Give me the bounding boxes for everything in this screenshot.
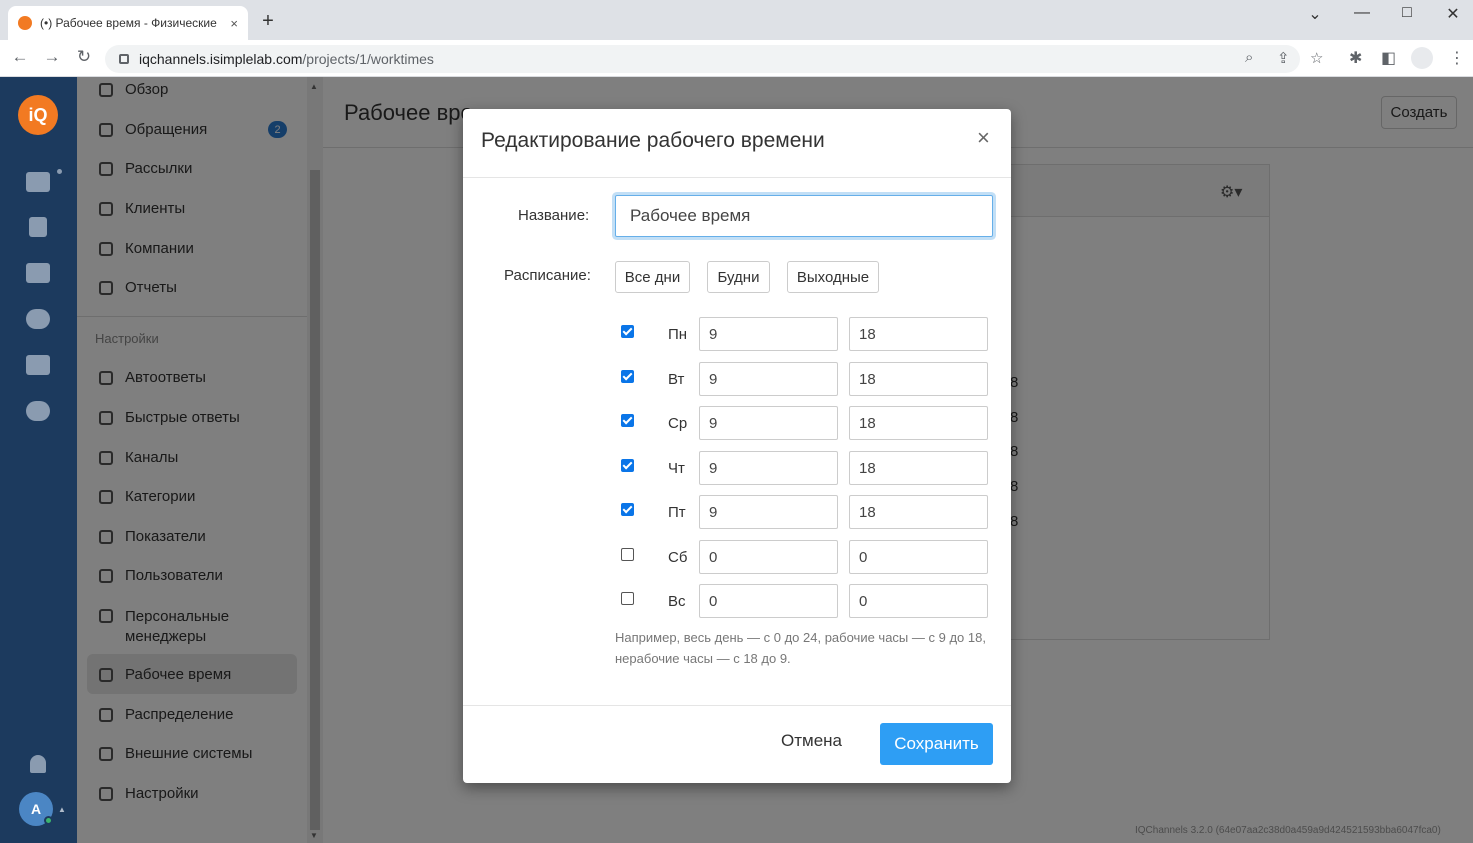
- to-hour-input[interactable]: 18: [849, 495, 988, 529]
- notification-dot: [57, 169, 62, 174]
- favicon-icon: [18, 16, 32, 30]
- day-checkbox[interactable]: [621, 503, 634, 516]
- day-checkbox[interactable]: [621, 459, 634, 472]
- to-hour-input[interactable]: 0: [849, 584, 988, 618]
- day-label: Вс: [668, 593, 686, 610]
- forward-button[interactable]: →: [42, 47, 62, 67]
- app-rail: iQ A ▲: [0, 77, 77, 843]
- day-row-fri: Пт 9 18: [615, 495, 995, 529]
- close-icon[interactable]: ×: [977, 127, 990, 149]
- from-hour-input[interactable]: 9: [699, 317, 838, 351]
- day-checkbox[interactable]: [621, 325, 634, 338]
- close-window-button[interactable]: ✕: [1443, 4, 1463, 24]
- from-hour-input[interactable]: 9: [699, 451, 838, 485]
- tab-title: (•) Рабочее время - Физические: [40, 16, 217, 30]
- modal-title: Редактирование рабочего времени: [481, 129, 825, 152]
- tab-search-icon[interactable]: ⌄: [1305, 4, 1325, 24]
- day-checkbox[interactable]: [621, 414, 634, 427]
- analytics-icon[interactable]: [26, 355, 50, 375]
- browser-tab-bar: (•) Рабочее время - Физические × + ⌄ — □…: [0, 0, 1473, 40]
- weekends-button[interactable]: Выходные: [787, 261, 879, 293]
- zoom-icon[interactable]: ⌕: [1245, 49, 1253, 66]
- avatar-caret-icon[interactable]: ▲: [58, 805, 66, 814]
- team-icon[interactable]: [26, 309, 50, 329]
- url-input[interactable]: iqchannels.isimplelab.com/projects/1/wor…: [105, 45, 1300, 73]
- day-row-sun: Вс 0 0: [615, 584, 995, 618]
- from-hour-input[interactable]: 9: [699, 406, 838, 440]
- to-hour-input[interactable]: 18: [849, 317, 988, 351]
- extensions-icon[interactable]: ✱: [1349, 48, 1362, 68]
- save-button[interactable]: Сохранить: [880, 723, 993, 765]
- online-status-dot: [44, 816, 53, 825]
- to-hour-input[interactable]: 0: [849, 540, 988, 574]
- name-label: Название:: [518, 207, 590, 224]
- modal-footer-divider: [463, 705, 1011, 706]
- url-path: /projects/1/worktimes: [302, 51, 434, 67]
- from-hour-input[interactable]: 0: [699, 540, 838, 574]
- lock-icon[interactable]: [119, 54, 129, 64]
- contacts-icon[interactable]: [29, 217, 47, 237]
- day-checkbox[interactable]: [621, 370, 634, 383]
- minimize-button[interactable]: —: [1352, 4, 1372, 22]
- day-row-thu: Чт 9 18: [615, 451, 995, 485]
- to-hour-input[interactable]: 18: [849, 451, 988, 485]
- back-button[interactable]: ←: [10, 47, 30, 67]
- from-hour-input[interactable]: 0: [699, 584, 838, 618]
- close-tab-icon[interactable]: ×: [230, 16, 238, 31]
- day-checkbox[interactable]: [621, 592, 634, 605]
- day-label: Пт: [668, 504, 686, 521]
- share-icon[interactable]: ⇪: [1277, 49, 1290, 67]
- profile-icon[interactable]: [1411, 47, 1433, 69]
- browser-tab[interactable]: (•) Рабочее время - Физические ×: [8, 6, 248, 40]
- schedule-label: Расписание:: [504, 267, 591, 284]
- all-days-button[interactable]: Все дни: [615, 261, 690, 293]
- from-hour-input[interactable]: 9: [699, 362, 838, 396]
- schedule-hint: Например, весь день — с 0 до 24, рабочие…: [615, 630, 986, 666]
- worktime-edit-modal: Редактирование рабочего времени × Назван…: [463, 109, 1011, 783]
- modal-header-divider: [463, 177, 1011, 178]
- day-label: Вт: [668, 371, 685, 388]
- day-label: Сб: [668, 549, 688, 566]
- to-hour-input[interactable]: 18: [849, 362, 988, 396]
- address-bar-row: ← → ↻ iqchannels.isimplelab.com/projects…: [0, 40, 1473, 77]
- bell-icon[interactable]: [30, 755, 46, 773]
- day-row-mon: Пн 9 18: [615, 317, 995, 351]
- to-hour-input[interactable]: 18: [849, 406, 988, 440]
- app-logo[interactable]: iQ: [18, 95, 58, 135]
- url-host: iqchannels.isimplelab.com: [139, 51, 303, 67]
- inbox-icon[interactable]: [26, 172, 50, 192]
- day-row-wed: Ср 9 18: [615, 406, 995, 440]
- from-hour-input[interactable]: 9: [699, 495, 838, 529]
- side-panel-icon[interactable]: ◧: [1381, 48, 1396, 68]
- browser-menu-icon[interactable]: ⋮: [1449, 48, 1465, 68]
- bookmark-star-icon[interactable]: ☆: [1310, 49, 1323, 67]
- cancel-button[interactable]: Отмена: [781, 731, 842, 751]
- list-menu-icon[interactable]: [26, 263, 50, 283]
- day-checkbox[interactable]: [621, 548, 634, 561]
- settings-gears-icon[interactable]: [26, 401, 50, 421]
- day-label: Чт: [668, 460, 685, 477]
- day-row-tue: Вт 9 18: [615, 362, 995, 396]
- maximize-button[interactable]: □: [1397, 4, 1417, 22]
- day-label: Ср: [668, 415, 688, 432]
- name-input[interactable]: Рабочее время: [615, 195, 993, 237]
- day-row-sat: Сб 0 0: [615, 540, 995, 574]
- new-tab-button[interactable]: +: [258, 10, 278, 33]
- reload-button[interactable]: ↻: [74, 47, 94, 67]
- day-label: Пн: [668, 326, 688, 343]
- weekdays-button[interactable]: Будни: [707, 261, 770, 293]
